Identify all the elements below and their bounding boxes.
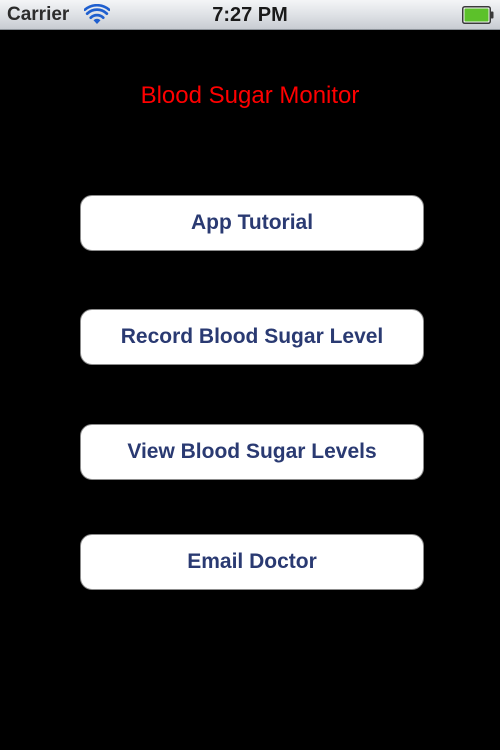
record-blood-sugar-level-button[interactable]: Record Blood Sugar Level — [80, 309, 424, 365]
app-title: Blood Sugar Monitor — [140, 82, 360, 109]
status-time: 7:27 PM — [212, 4, 288, 26]
battery-fill — [464, 8, 489, 22]
email-doctor-button[interactable]: Email Doctor — [80, 534, 424, 590]
view-blood-sugar-levels-button[interactable]: View Blood Sugar Levels — [80, 424, 424, 480]
battery-icon — [462, 6, 494, 24]
app-tutorial-button[interactable]: App Tutorial — [80, 195, 424, 251]
status-bar: Carrier 7:27 PM — [0, 0, 500, 30]
